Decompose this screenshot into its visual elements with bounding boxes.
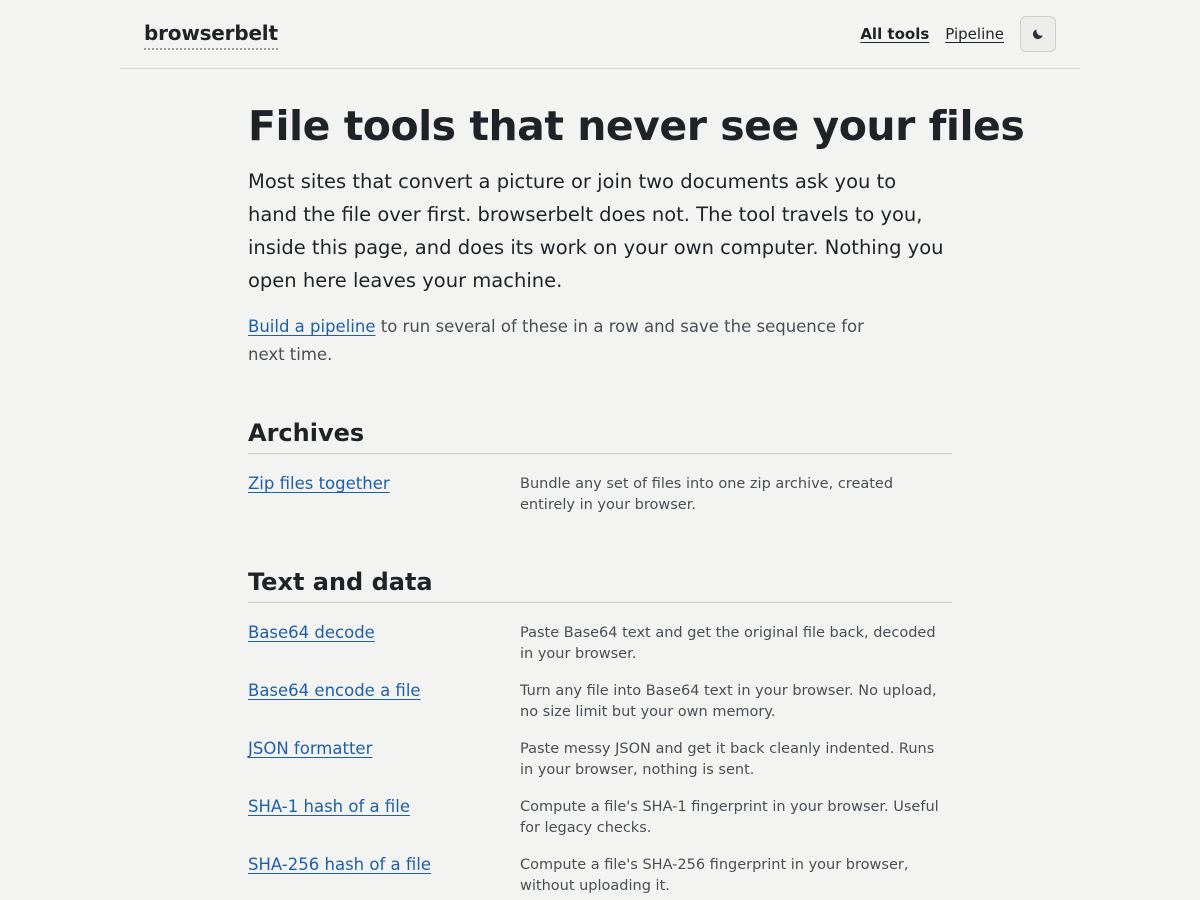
- brand-logo-link[interactable]: browserbelt: [144, 21, 278, 50]
- pipeline-note: Build a pipeline to run several of these…: [248, 313, 888, 369]
- tool-link-base64-encode[interactable]: Base64 encode a file: [248, 679, 520, 723]
- theme-toggle-button[interactable]: [1020, 16, 1056, 52]
- tool-description: Paste Base64 text and get the original f…: [520, 625, 936, 662]
- tool-link-base64-decode[interactable]: Base64 decode: [248, 621, 520, 665]
- moon-icon: [1032, 29, 1043, 40]
- main-content: File tools that never see your files Mos…: [248, 69, 1025, 897]
- page-title: File tools that never see your files: [248, 102, 1025, 150]
- tool-row: Zip files together Bundle any set of fil…: [248, 472, 952, 516]
- tool-row: Base64 encode a file Turn any file into …: [248, 679, 952, 723]
- tool-row: Base64 decode Paste Base64 text and get …: [248, 621, 952, 665]
- tool-row: SHA-256 hash of a file Compute a file's …: [248, 853, 952, 897]
- tool-link-sha1[interactable]: SHA-1 hash of a file: [248, 795, 520, 839]
- site-header: browserbelt All tools Pipeline: [120, 0, 1080, 69]
- build-pipeline-link[interactable]: Build a pipeline: [248, 317, 375, 336]
- intro-paragraph: Most sites that convert a picture or joi…: [248, 170, 944, 292]
- tool-link-sha256[interactable]: SHA-256 hash of a file: [248, 853, 520, 897]
- nav-link-pipeline[interactable]: Pipeline: [945, 16, 1004, 52]
- tool-description: Turn any file into Base64 text in your b…: [520, 683, 937, 720]
- nav-link-all-tools[interactable]: All tools: [860, 16, 929, 52]
- tool-link-json-formatter[interactable]: JSON formatter: [248, 737, 520, 781]
- section-title: Text and data: [248, 566, 952, 603]
- tool-description: Paste messy JSON and get it back cleanly…: [520, 741, 935, 778]
- section-text-and-data: Text and data Base64 decode Paste Base64…: [248, 566, 952, 897]
- tool-description: Compute a file's SHA-1 fingerprint in yo…: [520, 799, 939, 836]
- section-archives: Archives Zip files together Bundle any s…: [248, 417, 952, 516]
- tool-description: Compute a file's SHA-256 fingerprint in …: [520, 857, 909, 894]
- tool-row: SHA-1 hash of a file Compute a file's SH…: [248, 795, 952, 839]
- tool-description: Bundle any set of files into one zip arc…: [520, 476, 894, 513]
- tool-row: JSON formatter Paste messy JSON and get …: [248, 737, 952, 781]
- section-title: Archives: [248, 417, 952, 454]
- main-nav: All tools Pipeline: [860, 16, 1056, 52]
- tool-link-zip[interactable]: Zip files together: [248, 472, 520, 516]
